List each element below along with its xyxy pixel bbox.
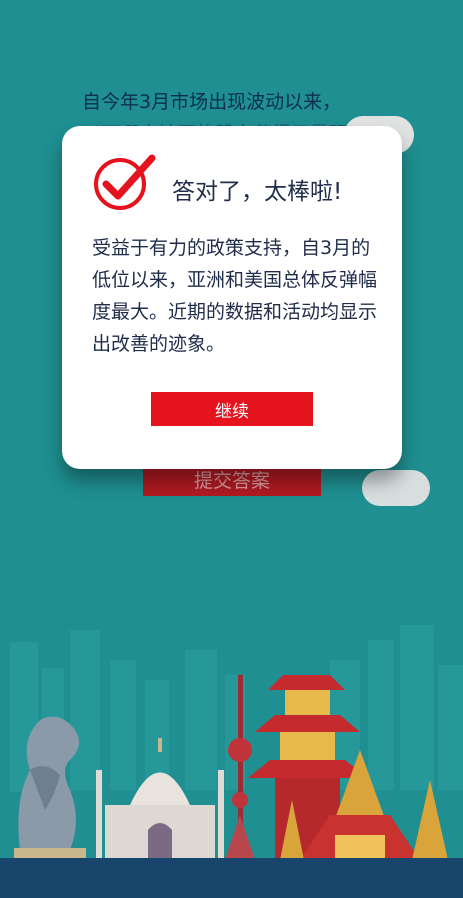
check-icon [94,154,156,210]
answer-feedback-dialog: 答对了，太棒啦! 受益于有力的政策支持，自3月的低位以来，亚洲和美国总体反弹幅度… [62,126,402,469]
city-skyline-illustration [10,625,463,860]
question-line-1: 自今年3月市场出现波动以来， [82,91,342,113]
continue-button[interactable]: 继续 [151,392,313,426]
ground-strip [0,858,463,898]
dialog-message: 受益于有力的政策支持，自3月的低位以来，亚洲和美国总体反弹幅度最大。近期的数据和… [92,237,378,355]
dialog-title: 答对了，太棒啦! [172,179,343,205]
cloud-decoration [362,470,430,506]
